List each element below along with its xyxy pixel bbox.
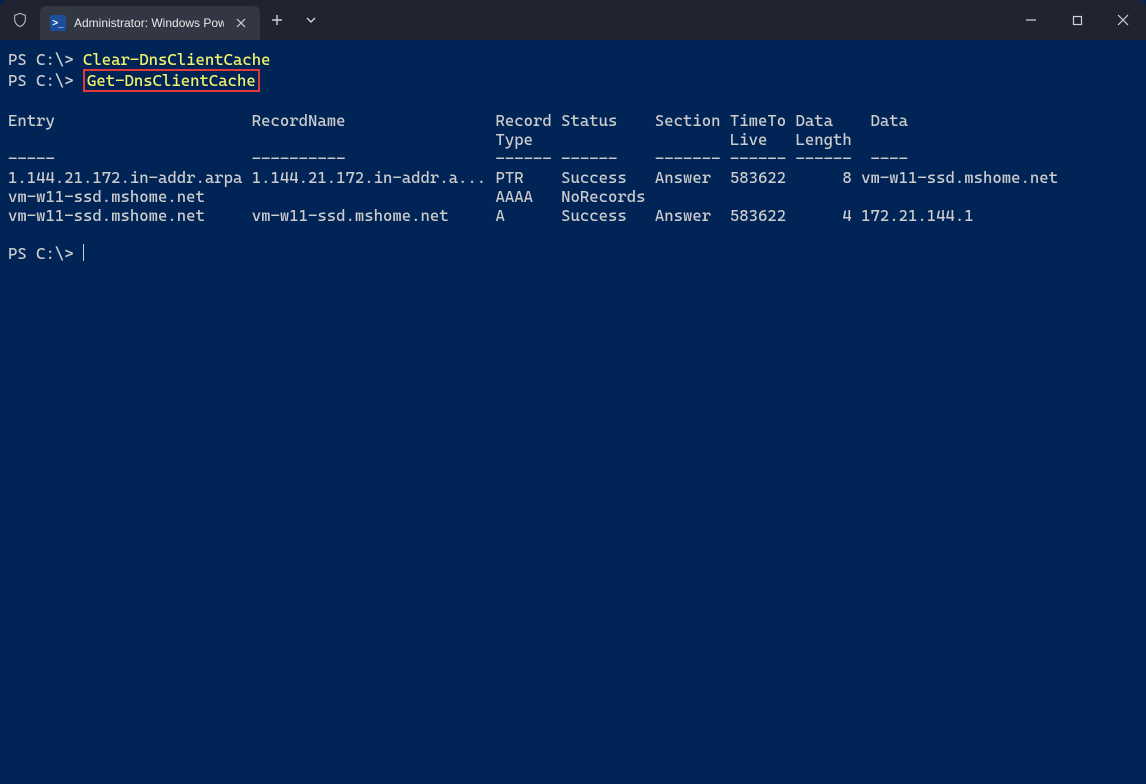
powershell-icon: >_ bbox=[50, 15, 66, 31]
cursor bbox=[83, 244, 84, 261]
terminal-window: >_ Administrator: Windows Powe PS C:\> C… bbox=[0, 0, 1146, 784]
new-tab-button[interactable] bbox=[260, 0, 294, 40]
titlebar-drag-area[interactable] bbox=[328, 0, 1008, 40]
shield-icon bbox=[0, 0, 40, 40]
close-button[interactable] bbox=[1100, 0, 1146, 40]
tab-dropdown-button[interactable] bbox=[294, 0, 328, 40]
titlebar[interactable]: >_ Administrator: Windows Powe bbox=[0, 0, 1146, 40]
prompt: PS C:\> bbox=[8, 71, 74, 90]
command-2: Get-DnsClientCache bbox=[87, 71, 256, 90]
table-body: 1.144.21.172.in-addr.arpa 1.144.21.172.i… bbox=[8, 168, 1058, 225]
active-tab[interactable]: >_ Administrator: Windows Powe bbox=[40, 6, 260, 40]
minimize-button[interactable] bbox=[1008, 0, 1054, 40]
tab-close-button[interactable] bbox=[232, 16, 250, 30]
table-divider-row: ----- ---------- ------ ------ ------- -… bbox=[8, 149, 908, 168]
table-header-row: Type Live Length bbox=[8, 130, 861, 149]
prompt: PS C:\> bbox=[8, 50, 74, 69]
table-header-row: Entry RecordName Record Status Section T… bbox=[8, 111, 908, 130]
maximize-button[interactable] bbox=[1054, 0, 1100, 40]
terminal-output[interactable]: PS C:\> Clear-DnsClientCache PS C:\> Get… bbox=[0, 40, 1146, 784]
command-1: Clear-DnsClientCache bbox=[83, 50, 271, 69]
prompt: PS C:\> bbox=[8, 244, 74, 263]
tab-title: Administrator: Windows Powe bbox=[74, 16, 224, 30]
highlighted-command: Get-DnsClientCache bbox=[83, 69, 260, 92]
